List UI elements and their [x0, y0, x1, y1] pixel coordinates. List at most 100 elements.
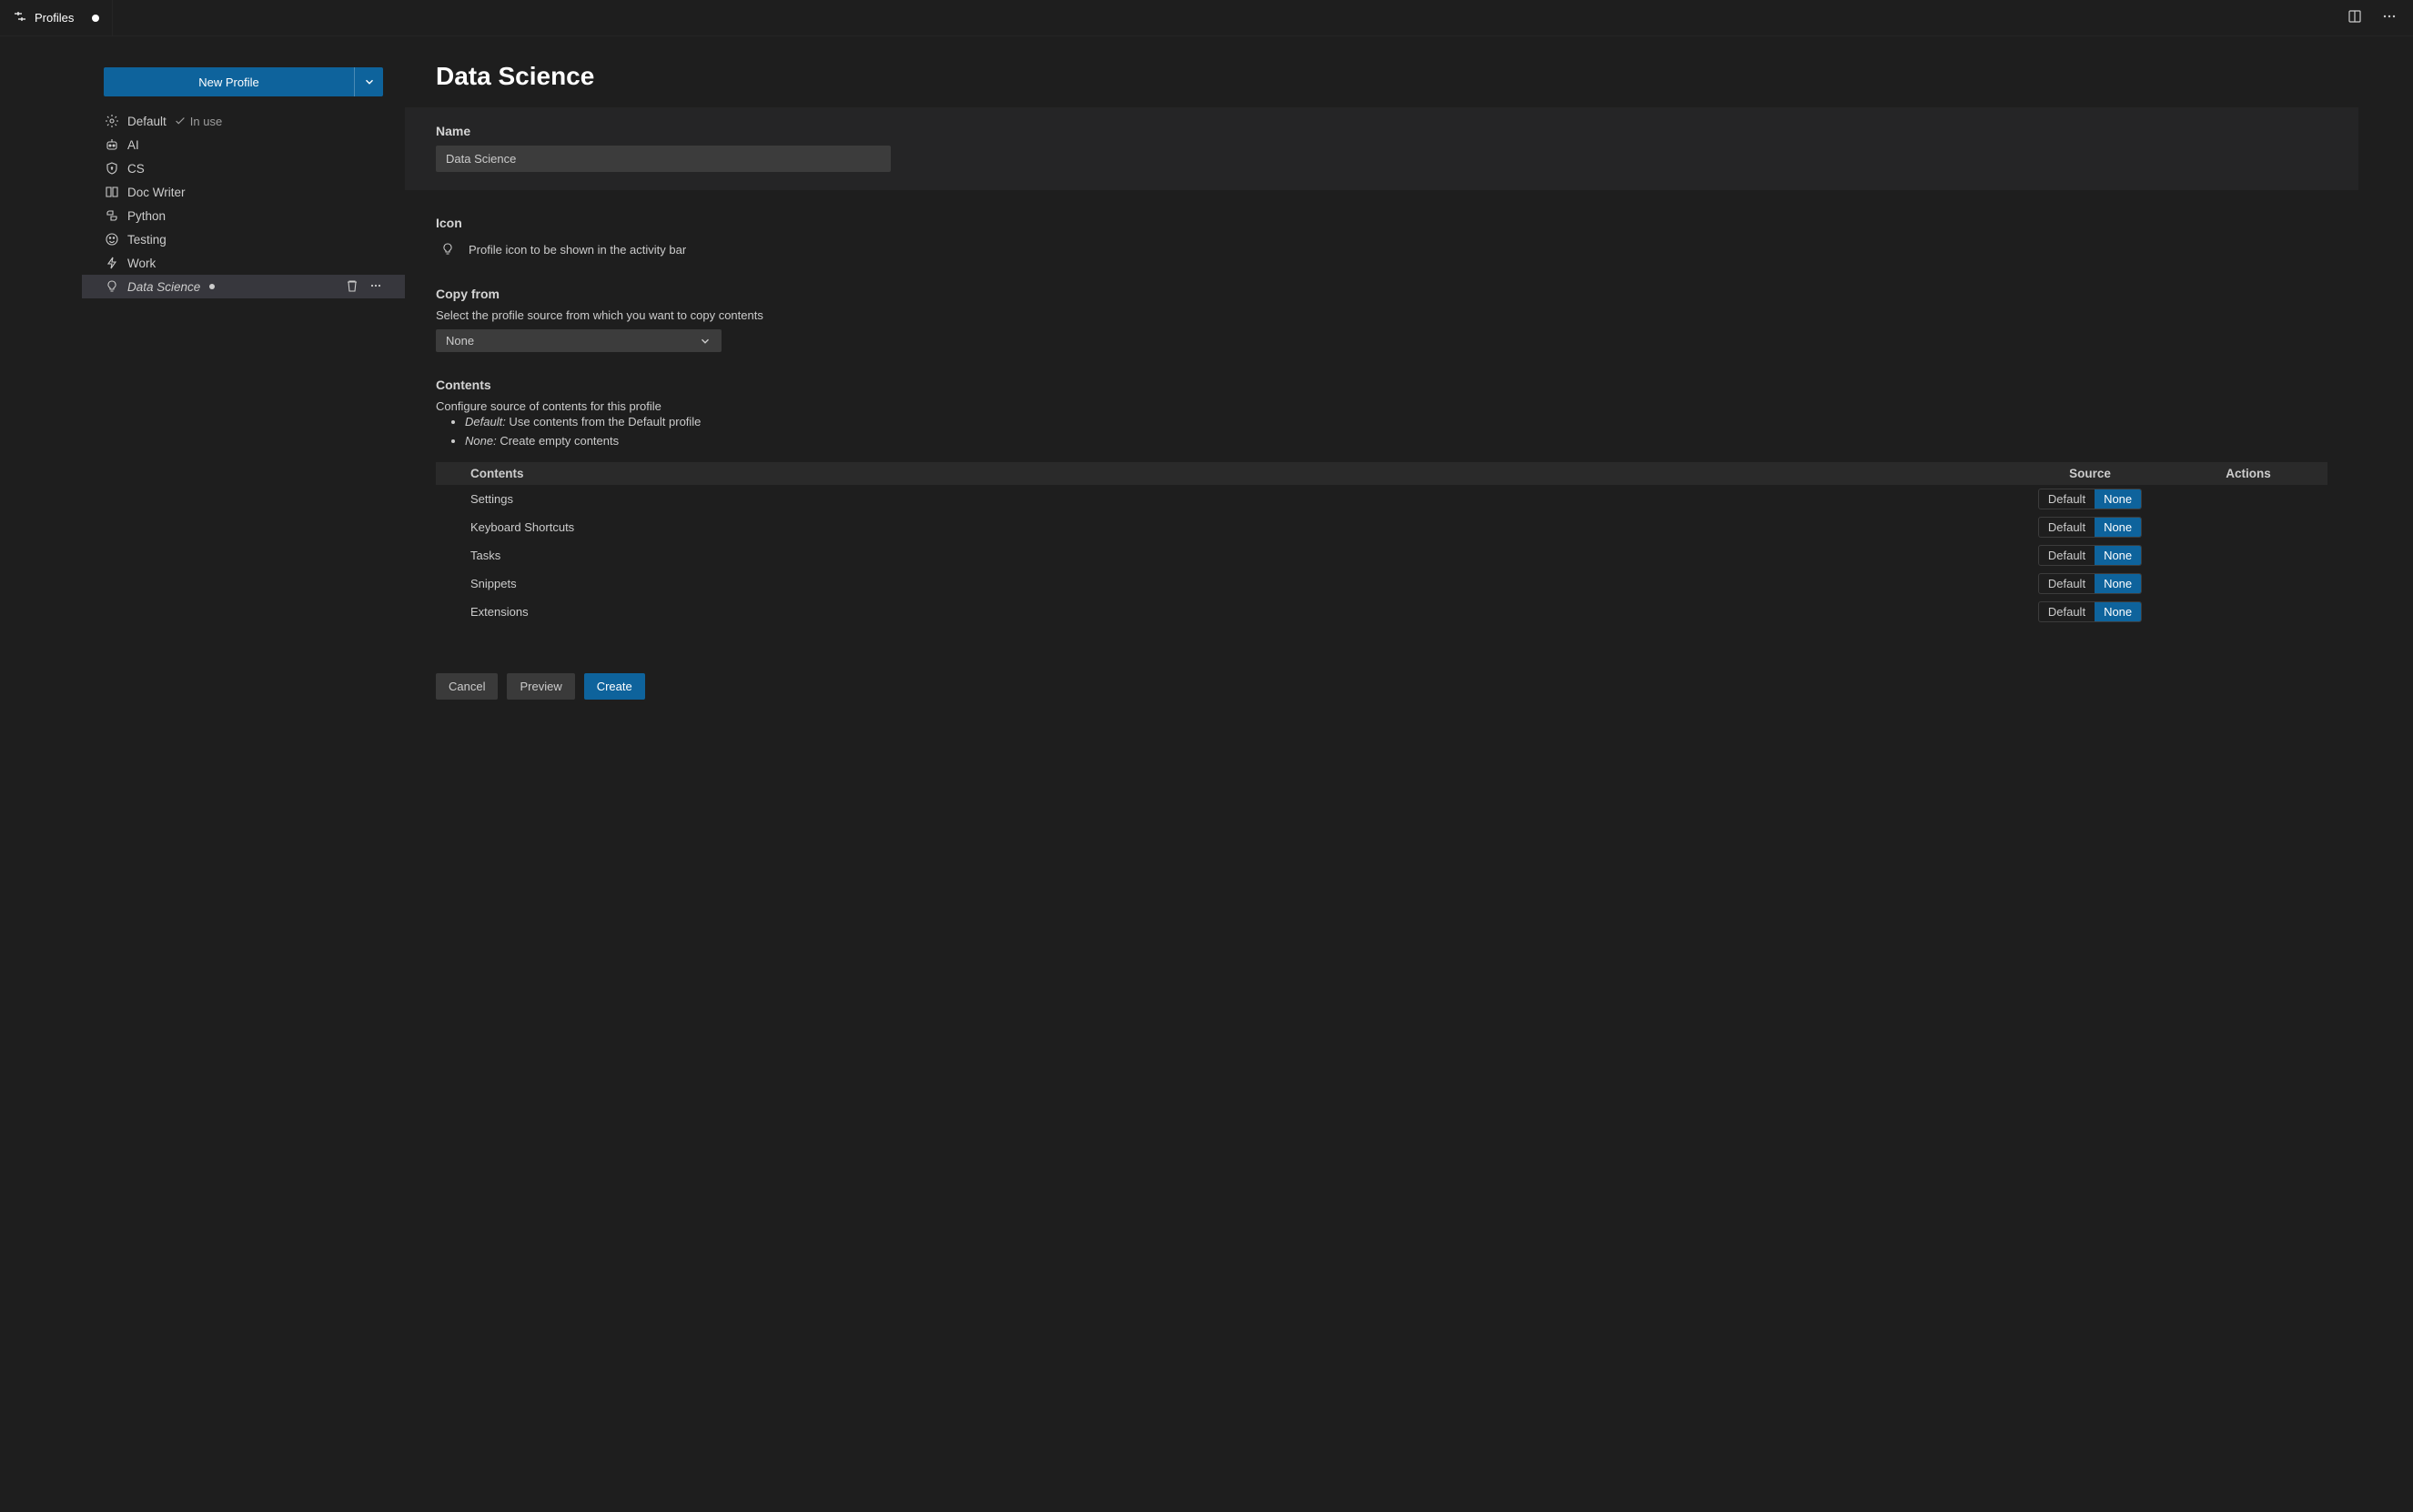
source-toggle-default[interactable]: Default	[2039, 574, 2095, 593]
source-toggle-none[interactable]: None	[2095, 546, 2141, 565]
profile-item-label: Doc Writer	[127, 186, 186, 199]
source-toggle-none[interactable]: None	[2095, 518, 2141, 537]
sidebar-item-python[interactable]: Python	[82, 204, 405, 227]
source-toggle: DefaultNone	[2038, 573, 2142, 594]
table-cell-source: DefaultNone	[2011, 517, 2169, 538]
dirty-indicator-icon	[209, 284, 215, 289]
icon-section: Icon Profile icon to be shown in the act…	[405, 216, 2358, 261]
copy-from-label: Copy from	[436, 287, 2327, 301]
lightbulb-icon	[104, 278, 120, 295]
page-title: Data Science	[405, 36, 2358, 107]
shield-icon	[104, 160, 120, 176]
sidebar-item-ai[interactable]: AI	[82, 133, 405, 156]
contents-label: Contents	[436, 378, 2327, 392]
table-cell-name: Tasks	[470, 549, 2011, 562]
check-icon	[174, 115, 187, 127]
source-toggle-none[interactable]: None	[2095, 574, 2141, 593]
copy-from-value: None	[446, 334, 474, 348]
profiles-sidebar: New Profile Default In use	[82, 36, 405, 1512]
source-toggle-default[interactable]: Default	[2039, 489, 2095, 509]
table-row: Tasks DefaultNone	[436, 541, 2327, 570]
split-editor-icon[interactable]	[2344, 5, 2366, 30]
book-icon	[104, 184, 120, 200]
table-row: Snippets DefaultNone	[436, 570, 2327, 598]
contents-table: Contents Source Actions SettingsDefaultN…	[436, 462, 2327, 626]
profile-item-label: AI	[127, 138, 139, 152]
robot-icon	[104, 136, 120, 153]
sidebar-item-work[interactable]: Work	[82, 251, 405, 275]
icon-picker-button[interactable]	[436, 237, 459, 261]
chevron-down-icon	[363, 76, 376, 88]
table-cell-source: DefaultNone	[2011, 601, 2169, 622]
copy-from-select[interactable]: None	[436, 329, 722, 352]
table-head-contents: Contents	[470, 467, 2011, 480]
settings-icon	[13, 9, 27, 26]
table-cell-name: Extensions	[470, 605, 2011, 619]
source-toggle: DefaultNone	[2038, 545, 2142, 566]
contents-bullets: Default: Use contents from the Default p…	[436, 413, 2327, 451]
gear-icon	[104, 113, 120, 129]
zap-icon	[104, 255, 120, 271]
table-cell-source: DefaultNone	[2011, 545, 2169, 566]
profile-list: Default In use AI CS	[82, 109, 405, 298]
copy-from-hint: Select the profile source from which you…	[436, 308, 2327, 322]
sidebar-item-testing[interactable]: Testing	[82, 227, 405, 251]
icon-hint: Profile icon to be shown in the activity…	[469, 243, 686, 257]
name-label: Name	[436, 124, 2327, 138]
bullet-default: Default: Use contents from the Default p…	[465, 413, 2327, 432]
profile-item-label: Default	[127, 115, 167, 128]
tab-bar: Profiles	[0, 0, 2413, 36]
lightbulb-icon	[440, 242, 455, 257]
profile-item-label: Python	[127, 209, 166, 223]
tab-profiles[interactable]: Profiles	[0, 0, 113, 35]
profile-item-label: CS	[127, 162, 145, 176]
bullet-none: None: Create empty contents	[465, 432, 2327, 451]
table-cell-source: DefaultNone	[2011, 489, 2169, 509]
contents-hint: Configure source of contents for this pr…	[436, 399, 2327, 413]
table-row: Settings DefaultNone	[436, 485, 2327, 513]
sidebar-item-docwriter[interactable]: Doc Writer	[82, 180, 405, 204]
name-input[interactable]	[436, 146, 891, 172]
table-row: Keyboard Shortcuts DefaultNone	[436, 513, 2327, 541]
source-toggle: DefaultNone	[2038, 601, 2142, 622]
icon-label: Icon	[436, 216, 2327, 230]
chevron-down-icon	[699, 335, 712, 348]
table-head-actions: Actions	[2169, 467, 2327, 480]
tab-label: Profiles	[35, 11, 74, 25]
source-toggle-none[interactable]: None	[2095, 602, 2141, 621]
preview-button[interactable]: Preview	[507, 673, 574, 700]
in-use-badge: In use	[174, 115, 222, 128]
table-header: Contents Source Actions	[436, 462, 2327, 485]
table-head-source: Source	[2011, 467, 2169, 480]
tab-dirty-indicator	[92, 15, 99, 22]
sidebar-item-default[interactable]: Default In use	[82, 109, 405, 133]
new-profile-dropdown[interactable]	[354, 67, 383, 96]
table-cell-name: Snippets	[470, 577, 2011, 590]
smiley-icon	[104, 231, 120, 247]
name-section: Name	[405, 107, 2358, 190]
sidebar-item-cs[interactable]: CS	[82, 156, 405, 180]
button-row: Cancel Preview Create	[405, 673, 2358, 700]
sidebar-item-datascience[interactable]: Data Science	[82, 275, 405, 298]
source-toggle-default[interactable]: Default	[2039, 602, 2095, 621]
profile-item-label: Testing	[127, 233, 167, 247]
contents-section: Contents Configure source of contents fo…	[405, 378, 2358, 626]
source-toggle-none[interactable]: None	[2095, 489, 2141, 509]
create-button[interactable]: Create	[584, 673, 645, 700]
source-toggle-default[interactable]: Default	[2039, 518, 2095, 537]
table-cell-name: Keyboard Shortcuts	[470, 520, 2011, 534]
snake-icon	[104, 207, 120, 224]
source-toggle: DefaultNone	[2038, 489, 2142, 509]
main-content: Data Science Name Icon Profile icon to b…	[405, 36, 2413, 1512]
table-row: Extensions DefaultNone	[436, 598, 2327, 626]
delete-profile-icon[interactable]	[345, 278, 359, 296]
more-actions-icon[interactable]	[2378, 5, 2400, 30]
source-toggle: DefaultNone	[2038, 517, 2142, 538]
source-toggle-default[interactable]: Default	[2039, 546, 2095, 565]
cancel-button[interactable]: Cancel	[436, 673, 498, 700]
more-profile-actions-icon[interactable]	[369, 278, 383, 296]
table-cell-name: Settings	[470, 492, 2011, 506]
table-cell-source: DefaultNone	[2011, 573, 2169, 594]
copy-from-section: Copy from Select the profile source from…	[405, 287, 2358, 352]
new-profile-button[interactable]: New Profile	[104, 67, 354, 96]
